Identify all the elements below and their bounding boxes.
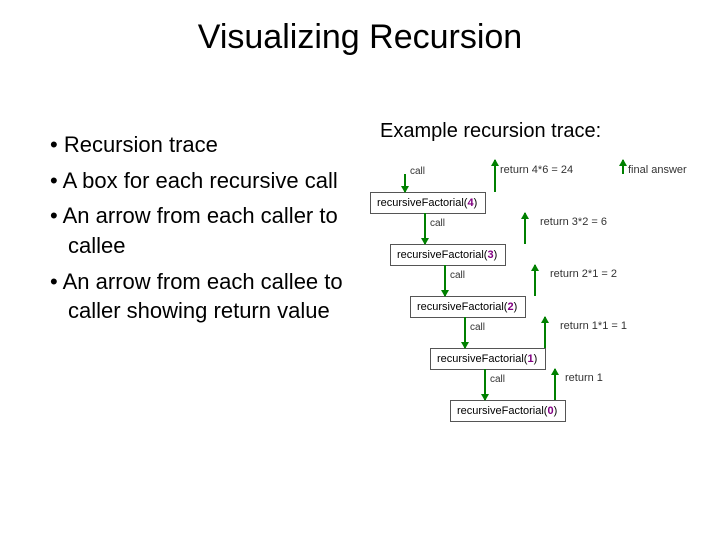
call-label: call <box>450 270 465 281</box>
call-arrow-icon <box>484 369 486 400</box>
bullet-list: Recursion trace A box for each recursive… <box>50 130 370 332</box>
return-arrow-icon <box>544 317 546 348</box>
return-arrow-icon <box>554 369 556 400</box>
call-label: call <box>470 322 485 333</box>
final-arrow-icon <box>622 160 624 174</box>
return-label: return 4*6 = 24 <box>500 164 573 176</box>
return-arrow-icon <box>524 213 526 244</box>
final-answer-label: final answer <box>628 164 687 176</box>
return-arrow-icon <box>494 160 496 192</box>
call-arrow-icon <box>464 317 466 348</box>
call-box: recursiveFactorial(3) <box>390 244 506 266</box>
call-box: recursiveFactorial(1) <box>430 348 546 370</box>
call-label: call <box>430 218 445 229</box>
list-item: An arrow from each callee to caller show… <box>50 267 370 326</box>
call-label: call <box>410 166 425 177</box>
diagram-title: Example recursion trace: <box>380 120 601 143</box>
call-label: call <box>490 374 505 385</box>
call-box: recursiveFactorial(0) <box>450 400 566 422</box>
return-label: return 2*1 = 2 <box>550 268 617 280</box>
list-item: Recursion trace <box>50 130 370 160</box>
list-item: An arrow from each caller to callee <box>50 201 370 260</box>
call-arrow-icon <box>444 265 446 296</box>
recursion-trace-diagram: call return 4*6 = 24 final answer recurs… <box>370 160 700 510</box>
return-label: return 1*1 = 1 <box>560 320 627 332</box>
call-arrow-icon <box>424 213 426 244</box>
page-title: Visualizing Recursion <box>0 18 720 57</box>
return-label: return 3*2 = 6 <box>540 216 607 228</box>
list-item: A box for each recursive call <box>50 166 370 196</box>
return-label: return 1 <box>565 372 603 384</box>
call-arrow-icon <box>404 174 406 192</box>
call-box: recursiveFactorial(4) <box>370 192 486 214</box>
call-box: recursiveFactorial(2) <box>410 296 526 318</box>
return-arrow-icon <box>534 265 536 296</box>
